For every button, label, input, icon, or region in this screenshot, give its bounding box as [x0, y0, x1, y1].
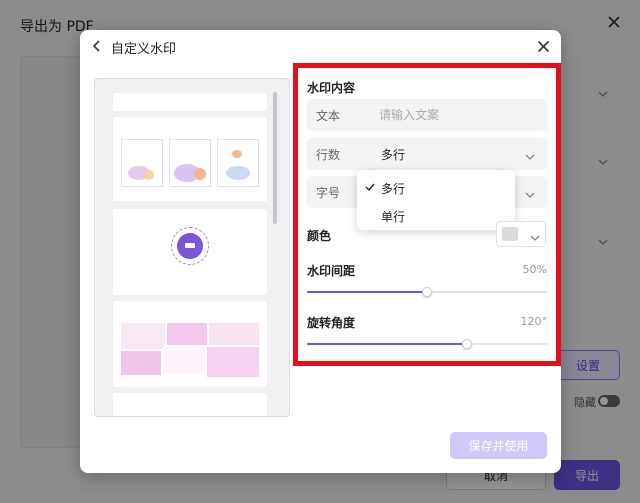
color-label: 颜色 — [307, 229, 332, 243]
lines-label: 行数 — [316, 148, 341, 162]
preview-logo — [177, 233, 203, 259]
rotation-slider[interactable] — [307, 339, 547, 349]
chevron-down-icon — [530, 231, 540, 241]
spacing-value: 50% — [522, 263, 547, 276]
watermark-content-label: 水印内容 — [307, 81, 356, 95]
preview-card — [163, 347, 205, 373]
dropdown-option-label: 单行 — [381, 210, 406, 224]
spacing-slider[interactable] — [307, 287, 547, 297]
preview-card — [121, 323, 165, 349]
chevron-down-icon — [525, 188, 535, 198]
chevron-left-icon[interactable] — [90, 39, 104, 53]
watermark-preview[interactable] — [94, 78, 290, 417]
color-swatch — [502, 227, 518, 241]
dropdown-option-single-line[interactable]: 单行 — [357, 201, 515, 229]
rotation-slider-fill — [307, 343, 468, 345]
text-field-label: 文本 — [316, 109, 341, 123]
custom-watermark-modal: 自定义水印 水印内容 文本 请输入文案 行数 多行 字号 多行 单行 颜色 水印… — [80, 30, 561, 473]
preview-thumbnail — [169, 139, 211, 187]
spacing-slider-fill — [307, 291, 427, 293]
lines-dropdown-menu: 多行 单行 — [357, 170, 515, 230]
preview-card — [209, 323, 259, 345]
spacing-slider-thumb[interactable] — [422, 287, 432, 297]
dropdown-option-label: 多行 — [381, 182, 406, 196]
rotation-label: 旋转角度 — [307, 316, 356, 330]
lines-select[interactable]: 行数 多行 — [307, 138, 547, 170]
preview-page — [113, 117, 267, 201]
preview-scrollbar[interactable] — [273, 92, 277, 224]
text-field[interactable]: 文本 — [307, 99, 547, 131]
preview-card — [207, 347, 259, 377]
watermark-text-input[interactable] — [379, 105, 535, 125]
preview-thumbnail — [121, 139, 163, 187]
chevron-down-icon — [525, 150, 535, 160]
close-icon[interactable] — [537, 40, 550, 53]
lines-value: 多行 — [381, 148, 406, 162]
save-and-use-button[interactable]: 保存并使用 — [450, 432, 547, 459]
preview-page — [113, 93, 267, 111]
check-icon — [365, 181, 375, 192]
font-size-label: 字号 — [316, 186, 341, 200]
modal-title: 自定义水印 — [111, 42, 177, 57]
preview-page — [113, 209, 267, 295]
dropdown-option-multi-line[interactable]: 多行 — [357, 173, 515, 201]
preview-page — [113, 393, 267, 416]
spacing-label: 水印间距 — [307, 264, 356, 278]
color-picker[interactable] — [496, 221, 546, 247]
preview-card — [121, 351, 161, 375]
preview-page — [113, 301, 267, 387]
preview-thumbnail — [217, 139, 259, 187]
preview-card — [167, 323, 207, 345]
rotation-value: 120° — [520, 315, 548, 328]
